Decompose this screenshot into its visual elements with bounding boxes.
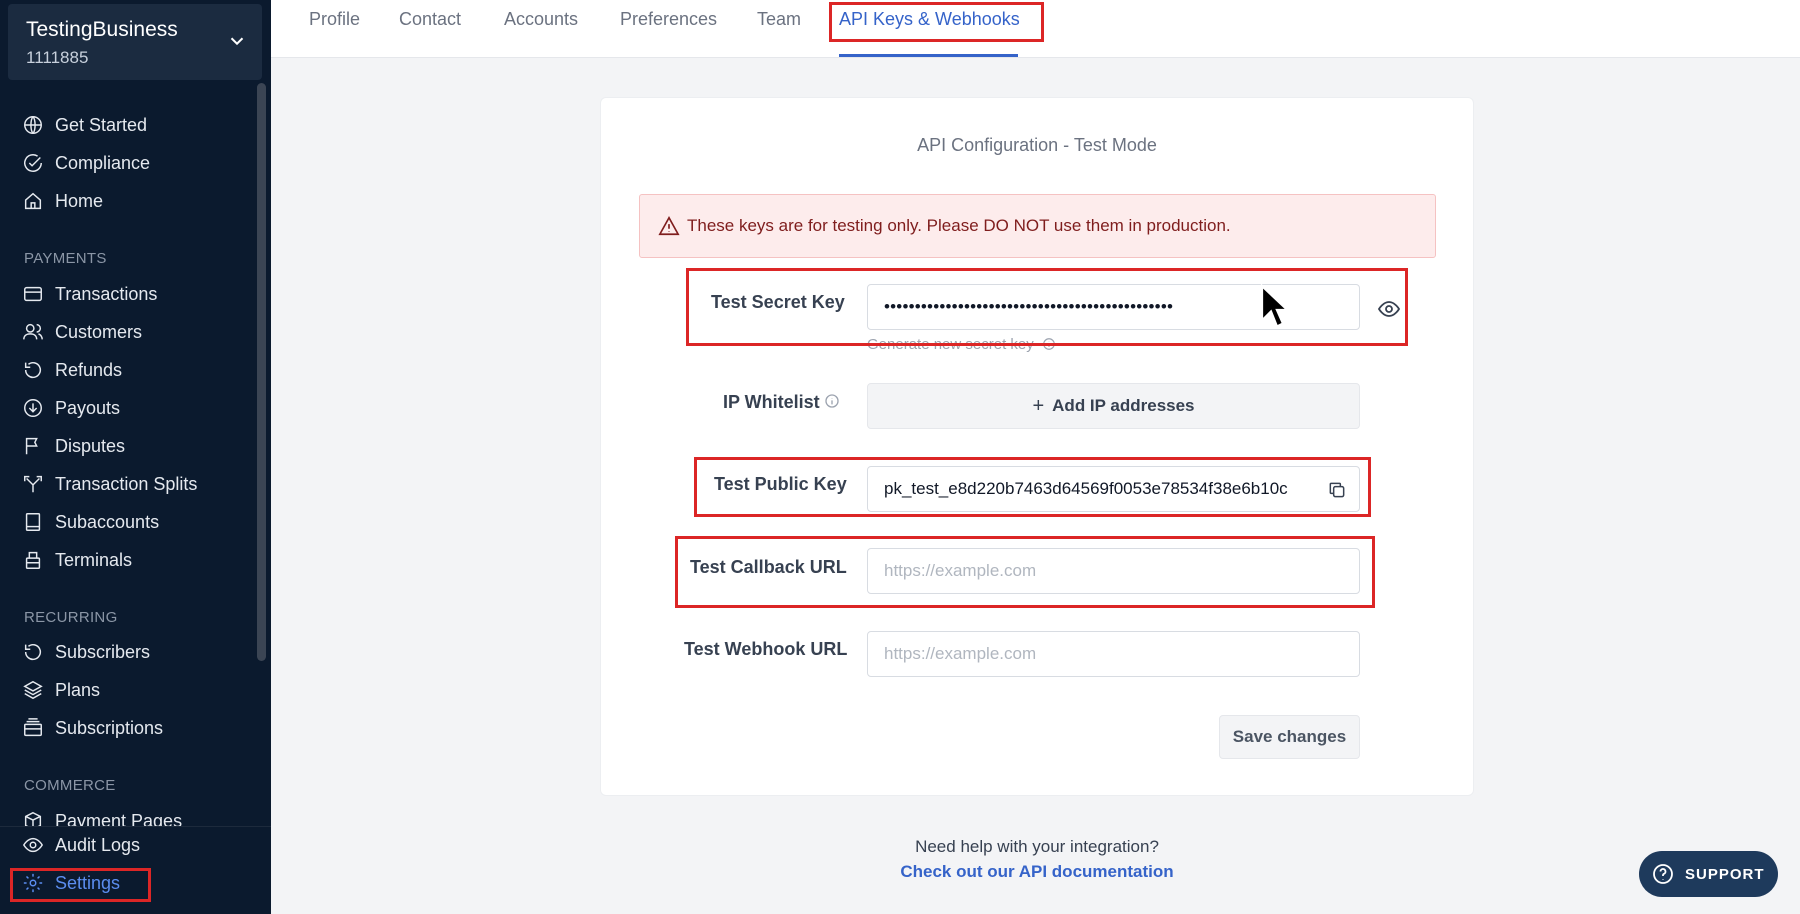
card-icon xyxy=(24,286,42,302)
api-documentation-link[interactable]: Check out our API documentation xyxy=(600,862,1474,882)
chevron-down-icon xyxy=(230,37,244,46)
add-ip-button[interactable]: + Add IP addresses xyxy=(867,383,1360,429)
sidebar-item-label: Plans xyxy=(55,679,101,700)
sidebar-item-subaccounts[interactable]: Subaccounts xyxy=(22,506,159,538)
add-ip-label: Add IP addresses xyxy=(1052,396,1195,415)
business-id: 1111885 xyxy=(26,48,89,67)
book-icon xyxy=(25,513,41,531)
sidebar-item-transactions[interactable]: Transactions xyxy=(22,278,157,310)
mouse-cursor-icon xyxy=(1260,284,1289,329)
sidebar-item-subscribers[interactable]: Subscribers xyxy=(22,636,150,668)
tab-preferences[interactable]: Preferences xyxy=(620,9,717,30)
sidebar-item-label: Transaction Splits xyxy=(55,473,198,494)
highlight-callback-url xyxy=(675,536,1375,608)
users-icon xyxy=(23,323,43,340)
alert-text: These keys are for testing only. Please … xyxy=(687,216,1231,235)
sidebar-item-label: Payouts xyxy=(55,397,121,418)
sidebar-scrollbar-thumb[interactable] xyxy=(257,83,266,661)
tab-team[interactable]: Team xyxy=(757,9,801,30)
save-changes-button[interactable]: Save changes xyxy=(1219,715,1360,759)
terminal-icon xyxy=(25,551,41,569)
sidebar-item-label: Compliance xyxy=(55,152,151,173)
sidebar-item-label: Subscribers xyxy=(55,641,151,662)
business-switcher[interactable]: TestingBusiness 1111885 xyxy=(8,4,262,80)
support-label: SUPPORT xyxy=(1685,865,1765,883)
sidebar-item-home[interactable]: Home xyxy=(22,185,103,217)
layers-icon xyxy=(23,680,43,700)
tab-contact[interactable]: Contact xyxy=(399,9,461,30)
sidebar-item-refunds[interactable]: Refunds xyxy=(22,354,122,386)
sidebar-item-audit-logs[interactable]: Audit Logs xyxy=(22,829,140,861)
payout-icon xyxy=(24,399,42,417)
refresh-icon xyxy=(24,643,41,661)
sidebar-item-label: Subaccounts xyxy=(55,511,160,532)
active-tab-indicator xyxy=(839,54,1018,57)
sidebar-item-terminals[interactable]: Terminals xyxy=(22,544,132,576)
sidebar: TestingBusiness 1111885 Get Started Comp… xyxy=(0,0,271,914)
business-name: TestingBusiness xyxy=(26,18,178,41)
support-button[interactable]: SUPPORT xyxy=(1639,851,1778,897)
info-icon xyxy=(825,394,839,408)
warning-alert: These keys are for testing only. Please … xyxy=(639,194,1436,258)
help-text: Need help with your integration? xyxy=(915,837,1159,856)
subscriptions-icon xyxy=(24,718,42,737)
sidebar-item-label: Home xyxy=(55,190,104,211)
eye-icon xyxy=(22,837,44,853)
sidebar-item-transaction-splits[interactable]: Transaction Splits xyxy=(22,468,197,500)
highlight-secret-key xyxy=(686,268,1408,346)
sidebar-item-compliance[interactable]: Compliance xyxy=(22,147,150,179)
sidebar-item-subscriptions[interactable]: Subscriptions xyxy=(22,712,163,744)
plus-icon: + xyxy=(1032,394,1045,417)
sidebar-item-customers[interactable]: Customers xyxy=(22,316,142,348)
sidebar-item-label: Audit Logs xyxy=(55,834,141,855)
home-icon xyxy=(24,192,42,210)
webhook-url-label: Test Webhook URL xyxy=(684,639,848,659)
webhook-url-input[interactable]: https://example.com xyxy=(867,631,1360,677)
sidebar-item-label: Customers xyxy=(55,321,143,342)
highlight-api-tab xyxy=(829,2,1044,42)
section-recurring: RECURRING xyxy=(24,609,118,626)
highlight-public-key xyxy=(694,457,1371,517)
sidebar-item-label: Transactions xyxy=(55,283,158,304)
tab-profile[interactable]: Profile xyxy=(309,9,360,30)
split-icon xyxy=(24,475,42,493)
highlight-settings xyxy=(10,868,151,902)
sidebar-item-label: Disputes xyxy=(55,435,126,456)
sidebar-item-plans[interactable]: Plans xyxy=(22,674,100,706)
sidebar-item-label: Subscriptions xyxy=(55,717,164,738)
sidebar-item-get-started[interactable]: Get Started xyxy=(22,109,147,141)
ip-whitelist-label: IP Whitelist xyxy=(723,392,820,412)
card-title: API Configuration - Test Mode xyxy=(917,135,1157,155)
sidebar-item-payouts[interactable]: Payouts xyxy=(22,392,120,424)
flag-icon xyxy=(25,437,38,455)
tab-accounts[interactable]: Accounts xyxy=(504,9,578,30)
refund-icon xyxy=(24,361,41,379)
sidebar-item-label: Refunds xyxy=(55,359,123,380)
sidebar-item-disputes[interactable]: Disputes xyxy=(22,430,125,462)
check-circle-icon xyxy=(24,154,42,172)
warning-icon xyxy=(658,216,680,236)
section-commerce: COMMERCE xyxy=(24,777,116,794)
globe-icon xyxy=(24,116,42,134)
section-payments: PAYMENTS xyxy=(24,250,107,267)
sidebar-item-label: Terminals xyxy=(55,549,133,570)
help-circle-icon xyxy=(1653,864,1673,884)
sidebar-item-label: Get Started xyxy=(55,114,148,135)
